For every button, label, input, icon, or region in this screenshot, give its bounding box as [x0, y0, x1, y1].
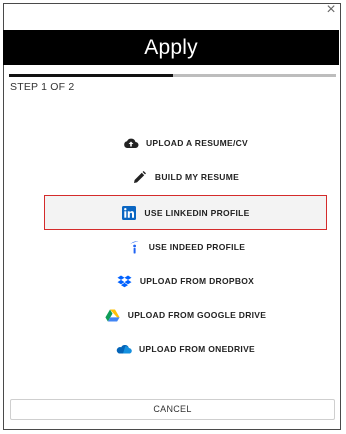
dialog-header: Apply: [3, 30, 339, 65]
linkedin-icon: [121, 205, 137, 220]
dialog-title: Apply: [144, 36, 198, 59]
option-label: USE INDEED PROFILE: [148, 242, 246, 252]
option-indeed[interactable]: USE INDEED PROFILE: [44, 231, 327, 263]
option-build-resume[interactable]: BUILD MY RESUME: [44, 161, 327, 193]
option-label: USE LINKEDIN PROFILE: [144, 207, 250, 218]
pencil-icon: [132, 170, 148, 184]
option-onedrive[interactable]: UPLOAD FROM ONEDRIVE: [44, 333, 327, 365]
dropbox-icon: [117, 274, 133, 288]
option-label: UPLOAD FROM GOOGLE DRIVE: [127, 310, 267, 320]
google-drive-icon: [105, 308, 121, 322]
step-indicator: STEP 1 OF 2: [10, 81, 75, 93]
indeed-icon: [126, 240, 142, 254]
progress-fill: [9, 74, 173, 77]
progress-bar: [9, 74, 336, 77]
option-dropbox[interactable]: UPLOAD FROM DROPBOX: [44, 265, 327, 297]
option-label: BUILD MY RESUME: [154, 172, 240, 182]
option-linkedin[interactable]: USE LINKEDIN PROFILE: [44, 195, 327, 230]
option-upload-resume[interactable]: UPLOAD A RESUME/CV: [44, 127, 327, 159]
option-label: UPLOAD FROM DROPBOX: [139, 276, 255, 286]
option-label: UPLOAD FROM ONEDRIVE: [138, 344, 256, 354]
option-google-drive[interactable]: UPLOAD FROM GOOGLE DRIVE: [44, 299, 327, 331]
cloud-upload-icon: [123, 136, 139, 150]
onedrive-icon: [116, 342, 132, 356]
option-label: UPLOAD A RESUME/CV: [145, 138, 249, 148]
cancel-button[interactable]: CANCEL: [10, 399, 335, 420]
close-icon[interactable]: ×: [323, 1, 339, 19]
